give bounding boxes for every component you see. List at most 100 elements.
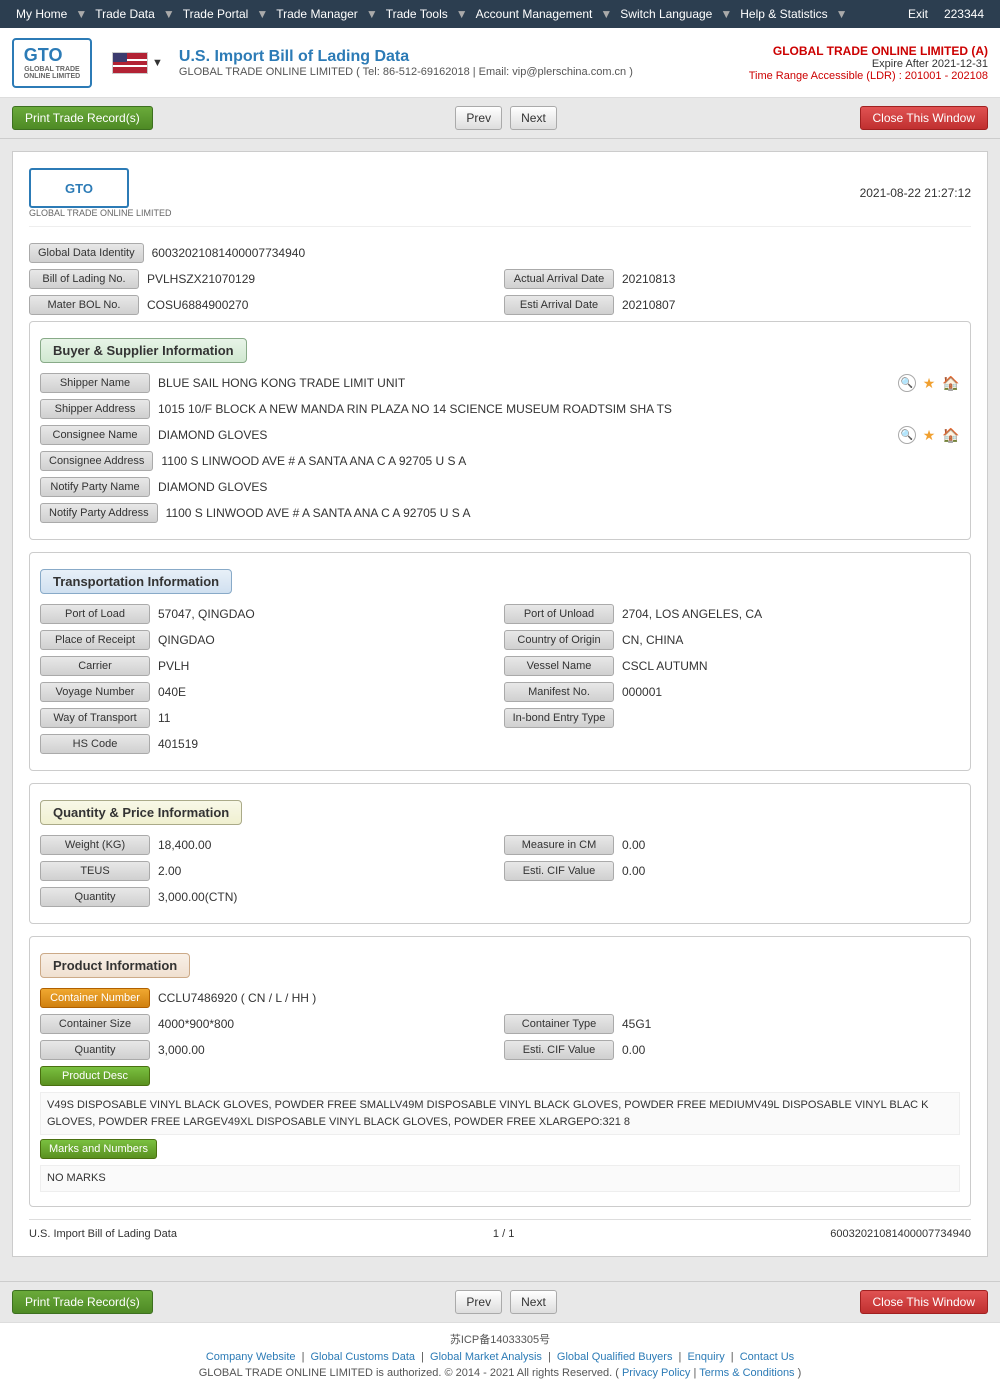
product-desc-text: V49S DISPOSABLE VINYL BLACK GLOVES, POWD… (40, 1092, 960, 1135)
consignee-name-label: Consignee Name (40, 425, 150, 445)
quantity-price-header: Quantity & Price Information (40, 800, 242, 825)
teus-value: 2.00 (158, 864, 496, 878)
notify-address-label: Notify Party Address (40, 503, 158, 523)
transportation-header: Transportation Information (40, 569, 232, 594)
teus-label: TEUS (40, 861, 150, 881)
toolbar-top: Print Trade Record(s) Prev Next Close Th… (0, 98, 1000, 139)
shipper-home-icon[interactable]: 🏠 (942, 374, 960, 392)
shipper-name-label: Shipper Name (40, 373, 150, 393)
container-type-label: Container Type (504, 1014, 614, 1034)
next-button-bottom[interactable]: Next (510, 1290, 557, 1314)
footer-link-buyers[interactable]: Global Qualified Buyers (557, 1351, 673, 1363)
shipper-address-label: Shipper Address (40, 399, 150, 419)
measure-label: Measure in CM (504, 835, 614, 855)
print-button-top[interactable]: Print Trade Record(s) (12, 106, 153, 130)
nav-account-management[interactable]: Account Management (468, 3, 601, 25)
vessel-name-value: CSCL AUTUMN (622, 659, 960, 673)
hs-code-row: HS Code 401519 (40, 734, 960, 754)
transportation-section: Transportation Information Port of Load … (29, 552, 971, 771)
product-quantity-row: Quantity 3,000.00 Esti. CIF Value 0.00 (40, 1040, 960, 1060)
card-footer: U.S. Import Bill of Lading Data 1 / 1 60… (29, 1219, 971, 1240)
logo-area: GTO GLOBAL TRADEONLINE LIMITED (12, 38, 92, 88)
place-receipt-label: Place of Receipt (40, 630, 150, 650)
print-button-bottom[interactable]: Print Trade Record(s) (12, 1290, 153, 1314)
container-number-value: CCLU7486920 ( CN / L / HH ) (158, 991, 960, 1005)
header-bar: GTO GLOBAL TRADEONLINE LIMITED ▼ U.S. Im… (0, 28, 1000, 98)
nav-help-statistics[interactable]: Help & Statistics (732, 3, 835, 25)
marks-label: Marks and Numbers (40, 1139, 157, 1159)
way-transport-label: Way of Transport (40, 708, 150, 728)
voyage-row: Voyage Number 040E Manifest No. 000001 (40, 682, 960, 702)
card-footer-title: U.S. Import Bill of Lading Data (29, 1228, 177, 1240)
footer-privacy-link[interactable]: Privacy Policy (622, 1367, 690, 1379)
prev-button-bottom[interactable]: Prev (455, 1290, 502, 1314)
product-esti-cif-value: 0.00 (622, 1043, 960, 1057)
voyage-label: Voyage Number (40, 682, 150, 702)
nav-my-home[interactable]: My Home (8, 3, 75, 25)
record-datetime: 2021-08-22 21:27:12 (860, 186, 971, 200)
product-esti-cif-label: Esti. CIF Value (504, 1040, 614, 1060)
nav-trade-manager[interactable]: Trade Manager (268, 3, 366, 25)
notify-address-row: Notify Party Address 1100 S LINWOOD AVE … (40, 503, 960, 523)
account-info: GLOBAL TRADE ONLINE LIMITED (A) Expire A… (749, 44, 988, 82)
close-button-top[interactable]: Close This Window (860, 106, 988, 130)
esti-arrival-value: 20210807 (622, 298, 971, 312)
product-section: Product Information Container Number CCL… (29, 936, 971, 1207)
notify-name-value: DIAMOND GLOVES (158, 480, 960, 494)
mater-bol-row: Mater BOL No. COSU6884900270 Esti Arriva… (29, 295, 971, 315)
mater-bol-value: COSU6884900270 (147, 298, 496, 312)
product-desc-label: Product Desc (40, 1066, 150, 1086)
quantity-value: 3,000.00(CTN) (158, 890, 960, 904)
flag-dropdown-arrow: ▼ (152, 57, 163, 69)
footer-link-enquiry[interactable]: Enquiry (687, 1351, 724, 1363)
gto-logo: GTO GLOBAL TRADE ONLINE LIMITED (29, 168, 172, 218)
account-range: Time Range Accessible (LDR) : 201001 - 2… (749, 70, 988, 82)
country-origin-value: CN, CHINA (622, 633, 960, 647)
nav-switch-language[interactable]: Switch Language (612, 3, 720, 25)
footer-links: Company Website | Global Customs Data | … (12, 1351, 988, 1363)
container-type-value: 45G1 (622, 1017, 960, 1031)
port-load-value: 57047, QINGDAO (158, 607, 496, 621)
bol-value: PVLHSZX21070129 (147, 272, 496, 286)
product-desc-row: Product Desc (40, 1066, 960, 1086)
record-card: GTO GLOBAL TRADE ONLINE LIMITED 2021-08-… (12, 151, 988, 1257)
shipper-search-icon[interactable]: 🔍 (898, 374, 916, 392)
container-number-label: Container Number (40, 988, 150, 1008)
container-size-label: Container Size (40, 1014, 150, 1034)
gto-logo-sub: GLOBAL TRADE ONLINE LIMITED (29, 208, 172, 218)
shipper-name-value: BLUE SAIL HONG KONG TRADE LIMIT UNIT (158, 376, 882, 390)
footer-link-company[interactable]: Company Website (206, 1351, 296, 1363)
next-button-top[interactable]: Next (510, 106, 557, 130)
teus-row: TEUS 2.00 Esti. CIF Value 0.00 (40, 861, 960, 881)
quantity-label: Quantity (40, 887, 150, 907)
footer-terms-link[interactable]: Terms & Conditions (699, 1367, 794, 1379)
in-bond-label: In-bond Entry Type (504, 708, 615, 728)
esti-cif-value: 0.00 (622, 864, 960, 878)
consignee-home-icon[interactable]: 🏠 (942, 426, 960, 444)
global-data-identity-label: Global Data Identity (29, 243, 144, 263)
nav-exit[interactable]: Exit (900, 3, 936, 25)
quantity-price-section: Quantity & Price Information Weight (KG)… (29, 783, 971, 924)
nav-trade-tools[interactable]: Trade Tools (378, 3, 456, 25)
us-flag-icon (112, 52, 148, 74)
product-quantity-value: 3,000.00 (158, 1043, 496, 1057)
nav-trade-data[interactable]: Trade Data (87, 3, 163, 25)
footer-link-contact[interactable]: Contact Us (740, 1351, 794, 1363)
prev-button-top[interactable]: Prev (455, 106, 502, 130)
shipper-star-icon[interactable]: ★ (920, 374, 938, 392)
shipper-address-row: Shipper Address 1015 10/F BLOCK A NEW MA… (40, 399, 960, 419)
consignee-search-icon[interactable]: 🔍 (898, 426, 916, 444)
flag-selector[interactable]: ▼ (112, 52, 163, 74)
marks-value: NO MARKS (40, 1165, 960, 1192)
port-load-label: Port of Load (40, 604, 150, 624)
nav-trade-portal[interactable]: Trade Portal (175, 3, 257, 25)
notify-name-label: Notify Party Name (40, 477, 150, 497)
footer-link-market[interactable]: Global Market Analysis (430, 1351, 542, 1363)
account-company: GLOBAL TRADE ONLINE LIMITED (A) (749, 44, 988, 58)
way-transport-value: 11 (158, 711, 496, 725)
close-button-bottom[interactable]: Close This Window (860, 1290, 988, 1314)
card-footer-id: 60032021081400007734940 (830, 1228, 971, 1240)
country-origin-label: Country of Origin (504, 630, 614, 650)
footer-link-customs[interactable]: Global Customs Data (311, 1351, 416, 1363)
consignee-star-icon[interactable]: ★ (920, 426, 938, 444)
